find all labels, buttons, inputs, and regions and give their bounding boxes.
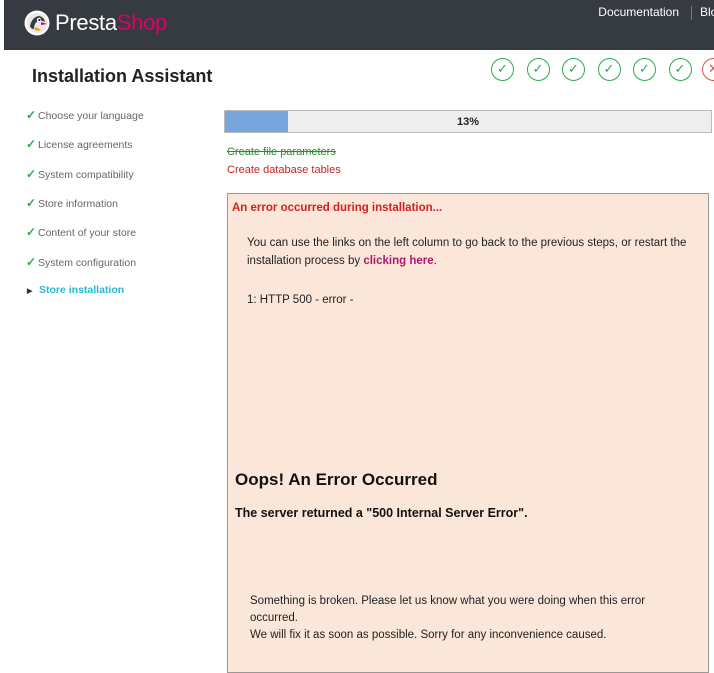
page-title: Installation Assistant [32, 66, 213, 86]
sidebar-step-label: Store information [38, 197, 118, 210]
top-header: PrestaShop Documentation Blog [4, 0, 714, 50]
sidebar-step-store-content[interactable]: ✓ Content of your store [26, 225, 136, 239]
step-complete-icon: ✓ [491, 58, 514, 81]
step-complete-icon: ✓ [597, 58, 621, 81]
error-detail: 1: HTTP 500 - error - [247, 294, 354, 306]
sidebar-step-store-installation: ▶ Store installation [26, 284, 124, 296]
checkmark-icon: ✓ [26, 108, 37, 122]
error-message: You can use the links on the left column… [247, 234, 697, 270]
step-complete-icon: ✓ [526, 58, 550, 81]
nav-blog-link[interactable]: Blog [700, 5, 714, 20]
task-completed: Create file parameters [227, 146, 336, 158]
error-message-end: . [433, 255, 437, 267]
current-step-arrow-icon: ▶ [27, 287, 33, 295]
checkmark-icon: ✓ [26, 166, 37, 181]
nav-documentation-link[interactable]: Documentation [598, 5, 679, 20]
logo-text-presta: Presta [55, 10, 117, 35]
sidebar-step-label: Content of your store [38, 227, 137, 240]
step-complete-icon: ✓ [668, 58, 692, 81]
checkmark-icon: ✓ [26, 195, 37, 210]
error-panel: An error occurred during installation...… [227, 193, 709, 673]
sidebar-step-license[interactable]: ✓ License agreements [26, 137, 133, 151]
progress-percent: 13% [456, 116, 480, 128]
sidebar-step-store-information[interactable]: ✓ Store information [26, 196, 118, 210]
checkmark-icon: ✓ [26, 137, 37, 152]
prestashop-logo[interactable]: PrestaShop [24, 10, 167, 36]
apology-line-2: We will fix it as soon as possible. Sorr… [250, 629, 607, 641]
logo-text-shop: Shop [116, 10, 167, 35]
checkmark-icon: ✓ [26, 225, 37, 240]
server-error-message: The server returned a "500 Internal Serv… [235, 506, 528, 520]
sidebar-step-label: Choose your language [38, 110, 144, 122]
apology-message: Something is broken. Please let us know … [250, 593, 690, 644]
nav-divider [691, 6, 692, 20]
restart-installation-link[interactable]: clicking here [363, 255, 433, 267]
sidebar-step-language[interactable]: ✓ Choose your language [26, 108, 144, 122]
oops-heading: Oops! An Error Occurred [235, 470, 438, 489]
sidebar-step-label: System configuration [38, 256, 137, 269]
step-complete-icon: ✓ [562, 58, 585, 81]
error-heading: An error occurred during installation... [232, 202, 443, 214]
error-message-text: You can use the links on the left column… [247, 237, 687, 267]
sidebar-step-label: System compatibility [38, 168, 134, 181]
logo-text: PrestaShop [55, 10, 167, 36]
checkmark-icon: ✓ [26, 254, 37, 269]
puffin-logo-icon [24, 10, 50, 36]
sidebar-step-label: License agreements [38, 139, 133, 152]
top-nav: Documentation Blog [598, 5, 714, 20]
sidebar-step-label: Store installation [39, 283, 125, 296]
step-failed-icon: ✕ [702, 58, 714, 81]
sidebar-step-compatibility[interactable]: ✓ System compatibility [26, 167, 134, 181]
install-progress-bar: 13% [224, 110, 712, 133]
task-failed: Create database tables [227, 164, 341, 176]
step-complete-icon: ✓ [633, 58, 656, 81]
sidebar-step-system-configuration[interactable]: ✓ System configuration [26, 255, 136, 269]
apology-line-1: Something is broken. Please let us know … [250, 595, 646, 624]
